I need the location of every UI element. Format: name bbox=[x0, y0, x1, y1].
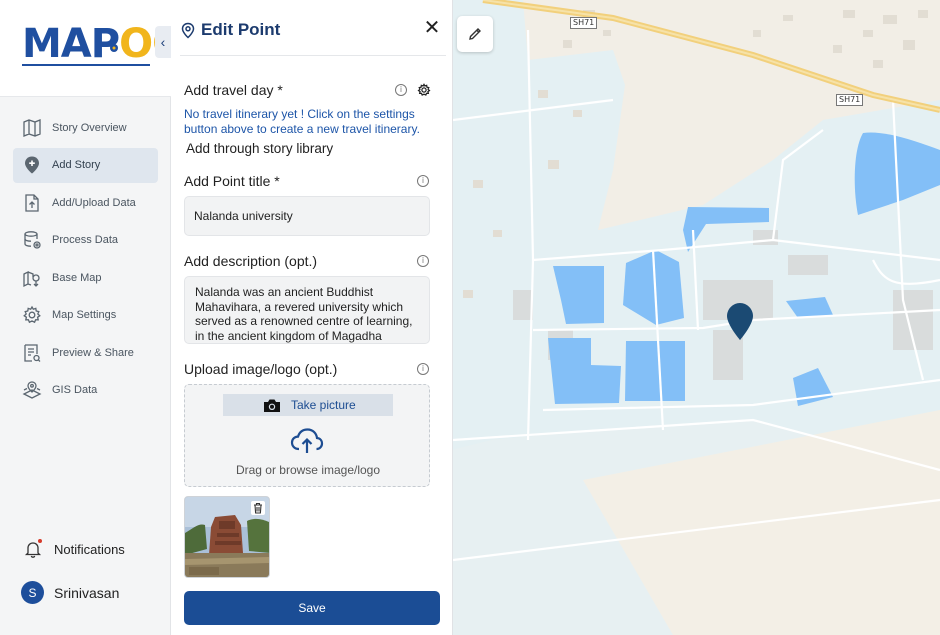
notification-dot bbox=[38, 539, 42, 543]
settings-gear-icon[interactable] bbox=[417, 83, 431, 97]
sidebar-item-label: Base Map bbox=[52, 271, 102, 284]
sidebar-item-gis-data[interactable]: GIS Data bbox=[13, 373, 158, 408]
panel-title: Edit Point bbox=[201, 20, 281, 39]
notifications-label: Notifications bbox=[54, 541, 125, 557]
sidebar-item-label: GIS Data bbox=[52, 384, 98, 396]
sidebar-item-map-settings[interactable]: Map Settings bbox=[13, 298, 158, 333]
info-icon[interactable]: i bbox=[417, 255, 429, 267]
sidebar-item-label: Story Overview bbox=[52, 121, 127, 134]
gear-icon bbox=[23, 305, 41, 324]
travel-day-label: Add travel day * bbox=[184, 82, 283, 98]
logo-main-text: MAP bbox=[22, 21, 120, 67]
take-picture-button[interactable]: Take picture bbox=[223, 394, 393, 416]
sidebar-item-label: Add Story bbox=[52, 159, 101, 171]
trash-icon bbox=[254, 502, 262, 514]
sidebar-item-story-overview[interactable]: Story Overview bbox=[13, 110, 158, 145]
panel-header: Edit Point ✕ bbox=[180, 0, 446, 56]
sidebar-item-label: Process Data bbox=[52, 234, 119, 246]
preview-share-icon bbox=[24, 343, 41, 362]
sidebar-item-label: Preview & Share bbox=[52, 346, 134, 359]
point-title-label: Add Point title * bbox=[184, 173, 280, 189]
sidebar-item-add-upload-data[interactable]: Add/Upload Data bbox=[13, 185, 158, 220]
sidebar-item-preview-share[interactable]: Preview & Share bbox=[13, 335, 158, 370]
info-icon[interactable]: i bbox=[395, 84, 407, 96]
draw-edit-button[interactable] bbox=[457, 16, 493, 52]
sidebar-item-process-data[interactable]: Process Data bbox=[13, 223, 158, 258]
logo-pin-icon bbox=[110, 44, 118, 52]
upload-label: Upload image/logo (opt.) bbox=[184, 361, 338, 377]
camera-icon bbox=[264, 399, 280, 412]
info-icon[interactable]: i bbox=[417, 175, 429, 187]
uploaded-image-thumbnail[interactable] bbox=[184, 496, 270, 578]
logo-underline bbox=[22, 64, 150, 66]
sidebar-item-base-map[interactable]: Base Map bbox=[13, 260, 158, 295]
user-name: Srinivasan bbox=[54, 584, 120, 601]
sidebar-item-add-story[interactable]: Add Story bbox=[13, 147, 158, 183]
notifications-button[interactable]: Notifications bbox=[24, 539, 125, 558]
description-textarea[interactable]: Nalanda was an ancient Buddhist Mahaviha… bbox=[184, 276, 430, 344]
sidebar-nav: Story Overview Add Story Add/Upload Data… bbox=[13, 110, 158, 410]
upload-file-icon bbox=[25, 193, 39, 212]
cloud-upload-icon bbox=[290, 428, 324, 453]
take-picture-label: Take picture bbox=[291, 398, 356, 412]
process-data-icon bbox=[24, 231, 41, 249]
edit-point-panel: Edit Point ✕ Add travel day * i No trave… bbox=[171, 0, 453, 635]
sidebar: MAPOG ‹ Story Overview Add Story Add/Upl… bbox=[0, 0, 185, 635]
info-icon[interactable]: i bbox=[417, 363, 429, 375]
location-pin-icon bbox=[181, 22, 195, 39]
bell-icon bbox=[24, 539, 42, 558]
user-profile[interactable]: S Srinivasan bbox=[21, 581, 119, 604]
close-icon[interactable]: ✕ bbox=[422, 18, 442, 38]
pencil-icon bbox=[469, 28, 481, 40]
story-library-link[interactable]: Add through story library bbox=[186, 141, 333, 156]
sidebar-item-label: Add/Upload Data bbox=[52, 196, 136, 209]
point-title-input[interactable]: Nalanda university bbox=[184, 196, 430, 236]
delete-image-button[interactable] bbox=[251, 501, 265, 515]
add-location-icon bbox=[25, 156, 39, 174]
map-view[interactable]: SH71 SH71 bbox=[453, 0, 940, 635]
road-label-sh71: SH71 bbox=[836, 94, 864, 106]
travel-itinerary-message[interactable]: No travel itinerary yet ! Click on the s… bbox=[184, 107, 429, 137]
gis-data-icon bbox=[22, 381, 42, 399]
road-label-sh71: SH71 bbox=[570, 17, 598, 29]
drag-browse-label: Drag or browse image/logo bbox=[235, 463, 381, 477]
sidebar-item-label: Map Settings bbox=[52, 309, 117, 321]
map-icon bbox=[23, 118, 41, 137]
avatar: S bbox=[21, 581, 44, 604]
description-label: Add description (opt.) bbox=[184, 253, 318, 269]
logo-area: MAPOG bbox=[0, 0, 185, 97]
image-dropzone[interactable]: Take picture Drag or browse image/logo bbox=[184, 384, 430, 487]
map-canvas[interactable] bbox=[453, 0, 940, 635]
base-map-icon bbox=[23, 270, 40, 287]
collapse-sidebar-button[interactable]: ‹ bbox=[155, 26, 171, 58]
chevron-left-icon: ‹ bbox=[160, 34, 166, 50]
save-button[interactable]: Save bbox=[184, 591, 440, 625]
